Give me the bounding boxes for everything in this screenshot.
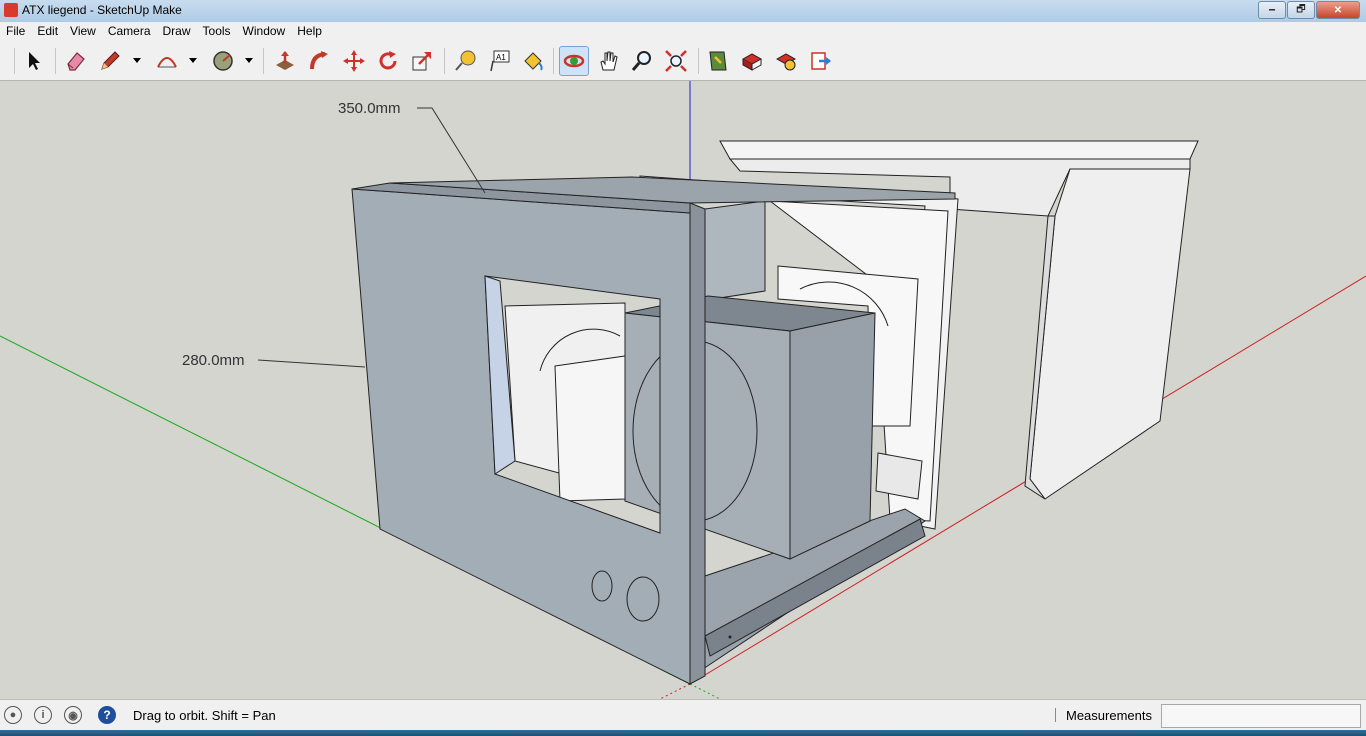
- pencil-tool-button[interactable]: [95, 46, 125, 76]
- rotate-icon: [379, 51, 397, 70]
- toolbar-separator: [263, 48, 264, 74]
- share-model-icon: [741, 53, 763, 71]
- eraser-icon: [67, 52, 85, 71]
- toolbar-separator: [444, 48, 445, 74]
- user-account-icon[interactable]: ◉: [64, 706, 82, 724]
- warehouse-tool-button[interactable]: [703, 46, 733, 76]
- menu-view[interactable]: View: [64, 22, 102, 42]
- tape-measure-tool-button[interactable]: [450, 46, 480, 76]
- shape-tool-button[interactable]: [208, 46, 238, 76]
- send-to-layout-tool-button[interactable]: [806, 46, 836, 76]
- toolbar-separator: [698, 48, 699, 74]
- modeling-viewport[interactable]: 350.0mm 280.0mm: [0, 81, 1366, 699]
- paint-bucket-tool-button[interactable]: [518, 46, 548, 76]
- orbit-icon: [563, 54, 585, 68]
- push-pull-tool-button[interactable]: [270, 46, 300, 76]
- minimize-button[interactable]: 🗕: [1258, 1, 1286, 19]
- zoom-extents-tool-button[interactable]: [661, 46, 691, 76]
- close-button[interactable]: ✕: [1316, 1, 1360, 19]
- title-bar: ATX liegend - SketchUp Make 🗕 🗗 ✕: [0, 0, 1366, 23]
- extension-warehouse-tool-button[interactable]: [771, 46, 801, 76]
- menu-window[interactable]: Window: [237, 22, 292, 42]
- toolbar-separator: [553, 48, 554, 74]
- orbit-tool-button[interactable]: [559, 46, 589, 76]
- svg-text:A1: A1: [496, 53, 506, 62]
- select-tool-button[interactable]: [19, 46, 49, 76]
- window-controls: 🗕 🗗 ✕: [1258, 1, 1360, 19]
- red-axis-dashed: [659, 683, 691, 699]
- measurements-input[interactable]: [1161, 704, 1361, 728]
- magnifier-icon: [631, 51, 651, 71]
- menu-bar: File Edit View Camera Draw Tools Window …: [0, 22, 1366, 43]
- arc-tool-button[interactable]: [152, 46, 182, 76]
- toolbar-separator: [55, 48, 56, 74]
- menu-tools[interactable]: Tools: [197, 22, 237, 42]
- hand-icon: [600, 51, 618, 71]
- shape-dropdown-icon[interactable]: [245, 58, 253, 63]
- arc-icon: [157, 57, 177, 68]
- move-icon: [343, 50, 365, 72]
- send-to-layout-icon: [811, 52, 831, 70]
- text-tool-button[interactable]: A1: [484, 46, 514, 76]
- menu-file[interactable]: File: [0, 22, 31, 42]
- status-bar: ● i ◉ ? Drag to orbit. Shift = Pan Measu…: [0, 699, 1366, 731]
- toolbar: A1: [0, 42, 1366, 81]
- scale-tool-button[interactable]: [407, 46, 437, 76]
- warehouse-icon: [709, 51, 727, 71]
- geolocation-icon[interactable]: ●: [4, 706, 22, 724]
- white-inner-boards: [504, 302, 626, 502]
- status-divider: [1055, 708, 1056, 722]
- maximize-button[interactable]: 🗗: [1287, 1, 1315, 19]
- circle-shape-icon: [213, 51, 233, 71]
- menu-camera[interactable]: Camera: [102, 22, 157, 42]
- rotate-tool-button[interactable]: [373, 46, 403, 76]
- dimension-leader-280: [257, 359, 366, 368]
- pencil-dropdown-icon[interactable]: [133, 58, 141, 63]
- dimension-label-width[interactable]: 350.0mm: [338, 100, 401, 117]
- zoom-extents-icon: [665, 50, 687, 72]
- model-drawing: [0, 81, 1366, 699]
- credits-icon[interactable]: i: [34, 706, 52, 724]
- follow-me-icon: [310, 51, 328, 70]
- eraser-tool-button[interactable]: [61, 46, 91, 76]
- arc-dropdown-icon[interactable]: [189, 58, 197, 63]
- instructor-help-icon[interactable]: ?: [98, 706, 116, 724]
- pan-tool-button[interactable]: [593, 46, 623, 76]
- scale-icon: [412, 52, 431, 71]
- extension-warehouse-icon: [775, 53, 797, 71]
- dimension-label-height[interactable]: 280.0mm: [182, 352, 245, 369]
- push-pull-icon: [276, 51, 294, 70]
- os-taskbar: [0, 730, 1366, 736]
- menu-edit[interactable]: Edit: [31, 22, 64, 42]
- toolbar-separator: [14, 48, 15, 74]
- dimension-leader-350: [417, 107, 486, 194]
- measurements-label: Measurements: [1066, 708, 1152, 723]
- arrow-pointer-icon: [29, 52, 40, 70]
- move-tool-button[interactable]: [339, 46, 369, 76]
- menu-help[interactable]: Help: [291, 22, 328, 42]
- share-model-tool-button[interactable]: [737, 46, 767, 76]
- paint-bucket-icon: [524, 52, 543, 71]
- pencil-icon: [101, 51, 120, 70]
- zoom-tool-button[interactable]: [627, 46, 657, 76]
- text-icon: A1: [490, 50, 510, 72]
- tape-measure-icon: [455, 50, 476, 71]
- status-hint: Drag to orbit. Shift = Pan: [133, 708, 276, 723]
- menu-draw[interactable]: Draw: [157, 22, 197, 42]
- window-title: ATX liegend - SketchUp Make: [22, 3, 182, 17]
- follow-me-tool-button[interactable]: [304, 46, 334, 76]
- sketchup-app-icon: [4, 3, 18, 17]
- green-axis-dashed: [689, 683, 721, 699]
